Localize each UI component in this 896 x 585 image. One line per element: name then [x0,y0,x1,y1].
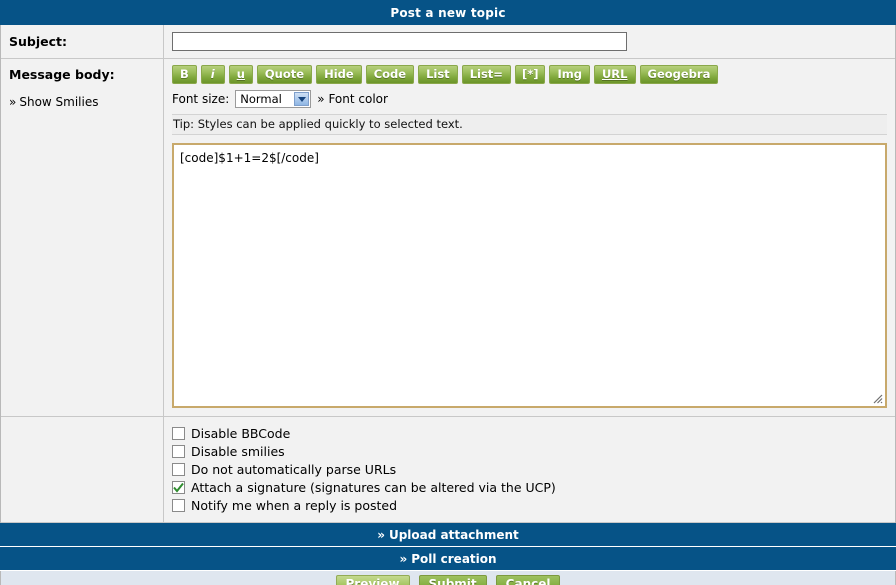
submit-button[interactable]: Submit [418,574,487,585]
bbcode-image-button[interactable]: Img [549,65,590,84]
message-textarea-wrap [172,143,887,408]
chevron-right-icon: » [9,95,17,109]
option-label-attach-signature: Attach a signature (signatures can be al… [191,479,556,495]
bbcode-quote-button[interactable]: Quote [256,65,313,84]
font-size-label: Font size: [172,92,230,106]
bbcode-code-button[interactable]: Code [365,65,415,84]
subject-row: Subject: [1,25,895,59]
bbcode-hide-button[interactable]: Hide [316,65,362,84]
post-options-row: Disable BBCode Disable smilies Do not au… [1,417,895,523]
check-icon [173,482,184,493]
bbcode-list-ordered-button[interactable]: List= [461,65,511,84]
subject-label-cell: Subject: [1,25,164,58]
message-body-label: Message body: [9,67,115,82]
subject-input-cell [164,25,895,58]
show-smilies-label: Show Smilies [19,95,99,109]
option-no-parse-urls[interactable]: Do not automatically parse URLs [172,460,887,478]
upload-attachment-panel[interactable]: » Upload attachment [0,523,896,547]
checkbox-no-parse-urls[interactable] [172,462,185,476]
bbcode-geogebra-button[interactable]: Geogebra [639,65,719,84]
upload-attachment-label: Upload attachment [388,527,519,542]
font-controls-row: Font size: Normal » Font color [172,90,887,108]
chevron-down-icon [294,92,310,106]
option-label-notify-reply: Notify me when a reply is posted [191,497,398,513]
font-color-label: Font color [328,92,388,106]
font-size-select[interactable]: Normal [235,90,312,108]
message-body-label-cell: Message body: » Show Smilies [1,59,164,416]
checkbox-disable-smilies[interactable] [172,444,185,458]
bbcode-italic-button[interactable]: i [200,65,225,84]
font-color-link[interactable]: » Font color [317,92,388,106]
editor-cell: B i u Quote Hide Code List List= [*] Img… [164,59,895,416]
option-attach-signature[interactable]: Attach a signature (signatures can be al… [172,478,887,496]
subject-input[interactable] [172,32,627,51]
font-color-chevron-icon: » [317,92,325,106]
bbcode-list-button[interactable]: List [418,65,458,84]
post-form: Subject: Message body: » Show Smilies B i… [0,25,896,523]
subject-label: Subject: [9,34,67,49]
poll-creation-panel[interactable]: » Poll creation [0,547,896,571]
checkbox-notify-reply[interactable] [172,498,185,512]
post-new-topic-page: Post a new topic Subject: Message body: … [0,0,896,585]
tip-bar: Tip: Styles can be applied quickly to se… [172,114,887,135]
show-smilies-link[interactable]: » Show Smilies [9,95,155,109]
cancel-button[interactable]: Cancel [495,574,561,585]
chevron-right-icon: » [399,551,408,566]
chevron-right-icon: » [377,527,385,542]
option-disable-smilies[interactable]: Disable smilies [172,442,887,460]
checkbox-disable-bbcode[interactable] [172,426,185,440]
post-options-label-cell [1,417,164,522]
bbcode-list-item-button[interactable]: [*] [514,65,546,84]
page-title-text: Post a new topic [390,5,506,20]
poll-creation-label: Poll creation [411,551,497,566]
page-title: Post a new topic [0,0,896,25]
message-textarea[interactable] [172,143,887,408]
form-actions: Preview Submit Cancel [0,571,896,585]
bbcode-bold-button[interactable]: B [172,65,197,84]
bbcode-toolbar: B i u Quote Hide Code List List= [*] Img… [172,65,887,84]
preview-button[interactable]: Preview [335,574,410,585]
bbcode-underline-button[interactable]: u [228,65,253,84]
option-label-disable-bbcode: Disable BBCode [191,425,291,441]
bbcode-url-button[interactable]: URL [593,65,636,84]
option-notify-reply[interactable]: Notify me when a reply is posted [172,496,887,514]
checkbox-attach-signature[interactable] [172,480,185,494]
font-size-value: Normal [240,92,282,106]
option-disable-bbcode[interactable]: Disable BBCode [172,424,887,442]
option-label-no-parse-urls: Do not automatically parse URLs [191,461,397,477]
post-options-cell: Disable BBCode Disable smilies Do not au… [164,417,895,522]
tip-text: Tip: Styles can be applied quickly to se… [173,117,463,131]
message-body-row: Message body: » Show Smilies B i u Quote … [1,59,895,417]
option-label-disable-smilies: Disable smilies [191,443,285,459]
